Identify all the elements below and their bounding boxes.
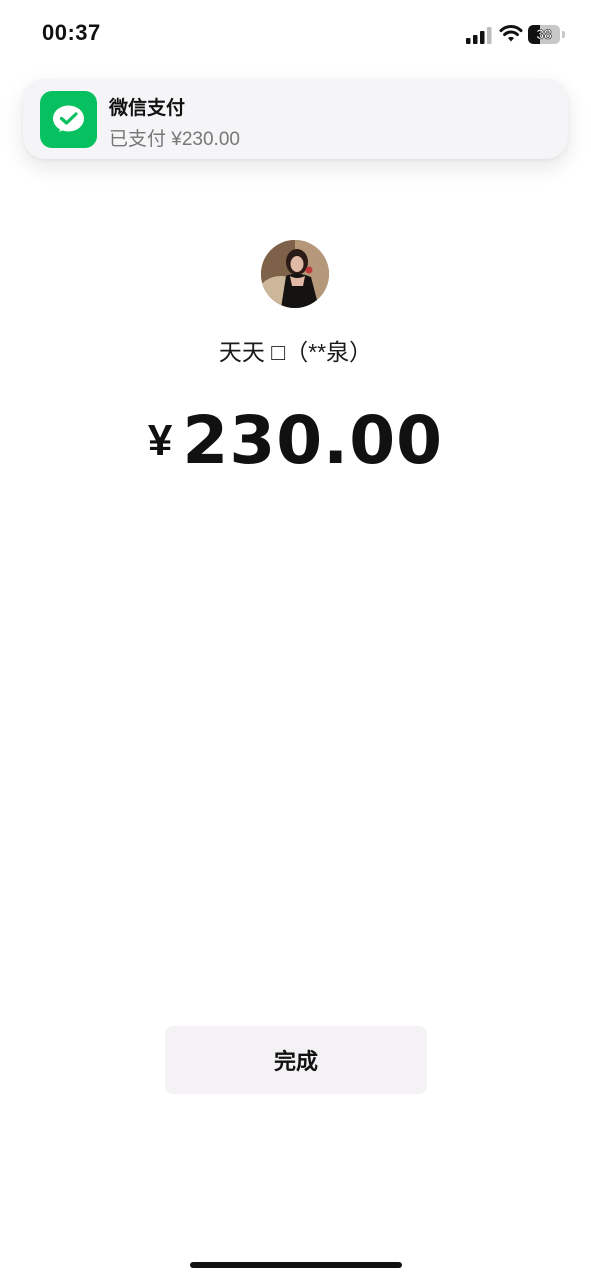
amount-value: 230.00 <box>182 402 444 479</box>
payment-amount: ¥230.00 <box>0 402 591 479</box>
payment-notification[interactable]: 微信支付 已支付 ¥230.00 <box>23 79 568 159</box>
battery-icon: 38 <box>528 25 565 44</box>
wifi-icon <box>499 24 523 42</box>
battery-cap <box>562 31 565 38</box>
home-indicator[interactable] <box>190 1262 402 1268</box>
status-time: 00:37 <box>42 20 101 45</box>
payee-name: 天天 □（**泉） <box>218 339 373 365</box>
notification-message: 已支付 ¥230.00 <box>109 129 240 150</box>
notification-app-name: 微信支付 <box>109 98 186 119</box>
status-bar: 00:37 38 <box>0 0 591 72</box>
payee-avatar <box>261 240 329 308</box>
wechat-pay-icon <box>40 91 97 148</box>
currency-symbol: ¥ <box>147 416 173 465</box>
done-button[interactable]: 完成 <box>165 1026 427 1094</box>
battery-level: 38 <box>536 26 552 43</box>
cellular-signal-icon <box>466 27 492 44</box>
